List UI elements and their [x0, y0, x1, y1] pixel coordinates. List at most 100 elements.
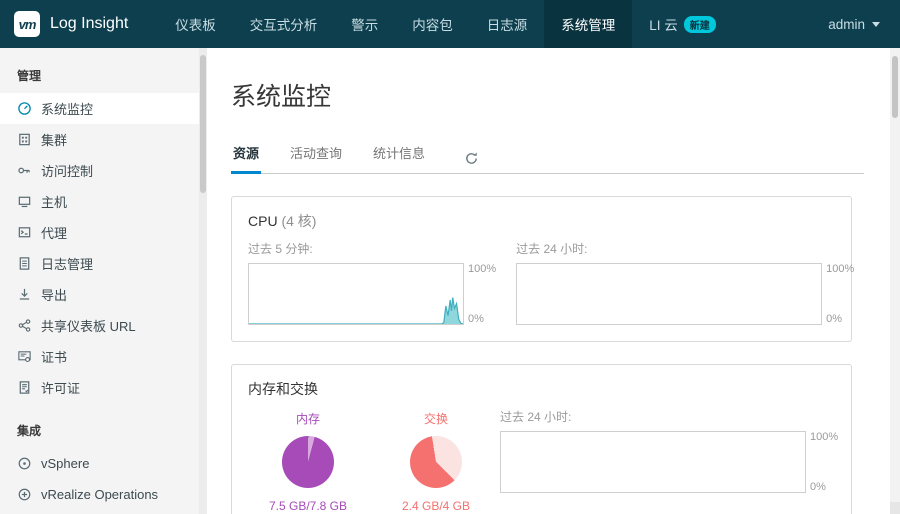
- sidebar-item-cluster[interactable]: 集群: [0, 124, 199, 155]
- sidebar-item-hosts[interactable]: 主机: [0, 186, 199, 217]
- axis-max: 100%: [826, 263, 855, 275]
- sidebar-item-label: 共享仪表板 URL: [41, 319, 136, 334]
- cpu-5min-group: 过去 5 分钟: 100% 0%: [248, 240, 496, 325]
- axis-min: 0%: [468, 313, 484, 325]
- main-content: 系统监控 资源 活动查询 统计信息 CPU (4 核) 过去 5 分钟: 100…: [207, 48, 900, 514]
- sidebar-item-label: 导出: [41, 288, 68, 303]
- cpu-5min-chart: [248, 263, 464, 325]
- sidebar-item-vrealize-operations[interactable]: vRealize Operations: [0, 479, 199, 510]
- nav-label: 警示: [351, 18, 379, 33]
- vmware-logo: vm: [14, 11, 40, 37]
- sidebar-item-license[interactable]: 许可证: [0, 372, 199, 403]
- memory-24h-axis: 100% 0%: [810, 431, 838, 493]
- sidebar-item-label: 许可证: [41, 381, 81, 396]
- refresh-button[interactable]: [464, 151, 479, 166]
- sidebar-item-agents[interactable]: 代理: [0, 217, 199, 248]
- main-scrollbar-thumb[interactable]: [892, 56, 898, 118]
- nav-item-administration[interactable]: 系统管理: [544, 0, 633, 48]
- cpu-cores: (4 核): [281, 213, 317, 229]
- memory-swap-title: 内存和交换: [248, 381, 318, 397]
- nav-item-log-sources[interactable]: 日志源: [470, 0, 545, 48]
- terminal-icon: [17, 225, 32, 240]
- nav-label: 交互式分析: [249, 18, 318, 33]
- memory-swap-card: 内存和交换 内存 7.5 GB/7.8 GB 交换 2.4 GB/4 GB 过去…: [231, 364, 852, 514]
- username: admin: [828, 16, 865, 32]
- sidebar-scrollbar[interactable]: [199, 48, 207, 514]
- vsphere-icon: [17, 456, 32, 471]
- cpu-24h-axis: 100% 0%: [826, 263, 854, 325]
- tab-resources[interactable]: 资源: [231, 137, 262, 174]
- caret-down-icon: [872, 21, 880, 27]
- main-scrollbar[interactable]: [890, 48, 900, 514]
- sidebar-item-label: vSphere: [41, 456, 90, 471]
- app-header: vm Log Insight 仪表板 交互式分析 警示 内容包 日志源 系统管理…: [0, 0, 900, 48]
- circle-plus-icon: [17, 487, 32, 502]
- memory-pie-label: 内存: [295, 412, 320, 426]
- nav-label: 内容包: [412, 18, 453, 33]
- user-menu[interactable]: admin: [828, 17, 880, 32]
- sidebar-item-label: 日志管理: [41, 257, 94, 272]
- license-icon: [17, 380, 32, 395]
- sidebar-item-system-monitor[interactable]: 系统监控: [0, 93, 199, 124]
- axis-max: 100%: [468, 263, 497, 275]
- tab-active-queries[interactable]: 活动查询: [288, 137, 344, 174]
- memory-24h-label: 过去 24 小时:: [500, 410, 572, 424]
- sidebar-item-certificates[interactable]: 证书: [0, 341, 199, 372]
- nav-item-alerts[interactable]: 警示: [334, 0, 395, 48]
- page-title: 系统监控: [231, 83, 332, 111]
- gauge-icon: [17, 101, 32, 116]
- share-icon: [17, 318, 32, 333]
- swap-pie-label: 交换: [423, 412, 448, 426]
- nav-item-content-packs[interactable]: 内容包: [395, 0, 470, 48]
- memory-pie-value: 7.5 GB/7.8 GB: [268, 499, 348, 513]
- sidebar-section-integration: 集成: [17, 424, 42, 438]
- main-layout: 管理 系统监控 集群 访问控制 主机 代理 日志管理 导出 共享仪表板 URL …: [0, 48, 900, 514]
- memory-pie-chart: [282, 436, 334, 488]
- memory-24h-chart: [500, 431, 806, 493]
- swap-pie-chart: [410, 436, 462, 488]
- sidebar-item-label: 集群: [41, 133, 68, 148]
- sidebar-item-label: 代理: [41, 226, 68, 241]
- sidebar-item-label: vRealize Operations: [41, 487, 159, 502]
- nav-label: 日志源: [486, 18, 528, 33]
- swap-pie-group: 交换 2.4 GB/4 GB: [392, 410, 480, 513]
- new-badge: 新建: [683, 15, 716, 33]
- sidebar-item-export[interactable]: 导出: [0, 279, 199, 310]
- sidebar-scrollbar-thumb[interactable]: [200, 55, 206, 193]
- cpu-24h-label: 过去 24 小时:: [516, 242, 588, 256]
- swap-pie-value: 2.4 GB/4 GB: [401, 499, 471, 513]
- tab-statistics[interactable]: 统计信息: [371, 137, 427, 174]
- axis-min: 0%: [810, 481, 826, 493]
- sidebar-item-label: 系统监控: [41, 102, 94, 117]
- nav-label: 仪表板: [175, 18, 216, 33]
- nav-label: LI 云: [649, 18, 678, 33]
- key-icon: [17, 163, 32, 178]
- top-nav: 仪表板 交互式分析 警示 内容包 日志源 系统管理 LI 云 新建: [158, 0, 733, 48]
- tab-bar: 资源 活动查询 统计信息: [231, 137, 864, 174]
- certificate-icon: [17, 349, 32, 364]
- nav-item-interactive-analytics[interactable]: 交互式分析: [233, 0, 335, 48]
- cpu-5min-label: 过去 5 分钟:: [248, 242, 313, 256]
- sidebar-item-log-management[interactable]: 日志管理: [0, 248, 199, 279]
- download-icon: [17, 287, 32, 302]
- log-file-icon: [17, 256, 32, 271]
- sidebar-item-shared-dashboard-url[interactable]: 共享仪表板 URL: [0, 310, 199, 341]
- host-icon: [17, 194, 32, 209]
- refresh-icon: [466, 152, 477, 164]
- sidebar-item-label: 访问控制: [41, 164, 94, 179]
- cpu-card: CPU (4 核) 过去 5 分钟: 100% 0% 过去 24 小时: 100…: [231, 196, 854, 342]
- cpu-5min-axis: 100% 0%: [468, 263, 496, 325]
- sidebar-item-label: 证书: [41, 350, 68, 365]
- cpu-24h-chart: [516, 263, 823, 325]
- sidebar-item-vsphere[interactable]: vSphere: [0, 448, 199, 479]
- sidebar-item-label: 主机: [41, 195, 68, 210]
- memory-pie-group: 内存 7.5 GB/7.8 GB: [264, 410, 352, 513]
- nav-item-dashboards[interactable]: 仪表板: [158, 0, 233, 48]
- cpu-title: CPU: [248, 213, 278, 229]
- admin-sidebar: 管理 系统监控 集群 访问控制 主机 代理 日志管理 导出 共享仪表板 URL …: [0, 48, 207, 514]
- sidebar-item-access-control[interactable]: 访问控制: [0, 155, 199, 186]
- nav-label: 系统管理: [561, 18, 616, 33]
- cluster-icon: [17, 132, 32, 147]
- axis-max: 100%: [810, 431, 839, 443]
- nav-item-li-cloud[interactable]: LI 云 新建: [632, 0, 733, 48]
